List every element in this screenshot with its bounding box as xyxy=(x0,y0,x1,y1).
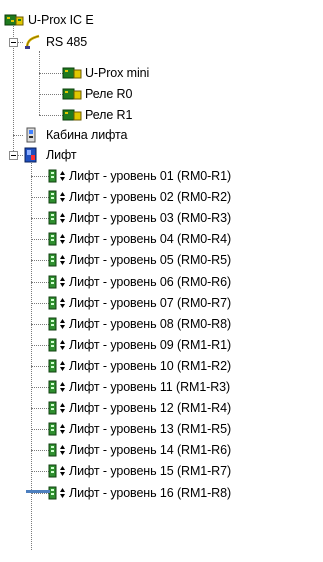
tree-node-label: Лифт - уровень 03 (RM0-R3) xyxy=(69,211,232,226)
tree-node-label: Лифт - уровень 06 (RM0-R6) xyxy=(69,274,232,289)
tree-node-label: RS 485 xyxy=(46,35,88,49)
tree-node-label: Лифт - уровень 07 (RM0-R7) xyxy=(69,295,232,310)
tree-node-label: U-Prox IC E xyxy=(28,13,94,27)
tree-node-lift-level[interactable]: Лифт - уровень 03 (RM0-R3) xyxy=(0,208,323,228)
tree-node-rs485[interactable]: RS 485 xyxy=(0,32,160,52)
lift-level-icon xyxy=(48,486,65,499)
tree-node-label: Лифт - уровень 14 (RM1-R6) xyxy=(69,443,232,458)
tree-node-lift-level[interactable]: Лифт - уровень 06 (RM0-R6) xyxy=(0,272,323,292)
cabin-icon xyxy=(26,127,36,143)
tree-node-lift-level[interactable]: Лифт - уровень 15 (RM1-R7) xyxy=(0,461,323,481)
lift-level-icon xyxy=(48,232,65,246)
tree-node-lift-level[interactable]: Лифт - уровень 10 (RM1-R2) xyxy=(0,356,323,376)
tree-node-label: Лифт - уровень 01 (RM0-R1) xyxy=(69,169,232,183)
tree-node-lift-level[interactable]: Лифт - уровень 09 (RM1-R1) xyxy=(0,335,323,355)
lift-level-icon xyxy=(48,422,65,436)
tree-node-relay-r1[interactable]: Реле R1 xyxy=(0,105,200,125)
lift-level-icon xyxy=(48,401,65,415)
tree-node-root[interactable]: U-Prox IC E xyxy=(0,10,160,30)
tree-node-label: Лифт - уровень 05 (RM0-R5) xyxy=(69,253,232,268)
lift-level-icon xyxy=(48,190,65,204)
lift-level-icon xyxy=(48,443,65,457)
tree-node-cabin[interactable]: Кабина лифта xyxy=(0,125,200,145)
tree-node-label: Лифт - уровень 08 (RM0-R8) xyxy=(69,316,232,331)
tree-node-lift-level[interactable]: Лифт - уровень 08 (RM0-R8) xyxy=(0,314,323,334)
lift-level-icon xyxy=(48,359,65,373)
tree-node-label: Реле R1 xyxy=(85,108,133,122)
cable-icon xyxy=(25,34,40,49)
tree-node-label: Лифт - уровень 09 (RM1-R1) xyxy=(69,337,232,352)
tree-node-label: Реле R0 xyxy=(85,87,133,101)
module-board-icon xyxy=(62,67,82,79)
tree-node-label: U-Prox mini xyxy=(85,66,150,80)
tree-node-label: Лифт - уровень 12 (RM1-R4) xyxy=(69,401,232,416)
selection-accent-bar xyxy=(26,490,50,493)
tree-node-lift-level[interactable]: Лифт - уровень 02 (RM0-R2) xyxy=(0,187,323,207)
tree-node-u-prox-mini[interactable]: U-Prox mini xyxy=(0,63,200,83)
tree-node-lift-level[interactable]: Лифт - уровень 13 (RM1-R5) xyxy=(0,419,323,439)
lift-level-icon xyxy=(48,211,65,225)
lift-level-icon xyxy=(48,380,65,394)
tree-node-lift-level[interactable]: Лифт - уровень 14 (RM1-R6) xyxy=(0,440,323,460)
module-board-icon xyxy=(62,88,82,100)
tree-node-label: Лифт - уровень 16 (RM1-R8) xyxy=(69,485,232,500)
lift-icon xyxy=(24,147,37,163)
tree-node-label: Лифт - уровень 11 (RM1-R3) xyxy=(69,380,231,394)
lift-level-icon xyxy=(48,253,65,267)
tree-node-lift-level[interactable]: Лифт - уровень 05 (RM0-R5) xyxy=(0,250,323,270)
tree-node-label: Лифт - уровень 13 (RM1-R5) xyxy=(69,422,232,437)
tree-node-lift-level[interactable]: Лифт - уровень 01 (RM0-R1) xyxy=(0,166,323,186)
tree-node-label: Лифт xyxy=(46,148,77,162)
tree-node-relay-r0[interactable]: Реле R0 xyxy=(0,84,200,104)
device-tree: U-Prox IC E RS 485 U-Prox mini Реле R0 Р… xyxy=(0,0,323,562)
tree-node-label: Лифт - уровень 04 (RM0-R4) xyxy=(69,232,232,247)
tree-node-lift-level[interactable]: Лифт - уровень 04 (RM0-R4) xyxy=(0,229,323,249)
controller-board-icon xyxy=(4,14,24,26)
tree-node-label: Лифт - уровень 15 (RM1-R7) xyxy=(69,464,232,479)
lift-level-icon xyxy=(48,169,65,183)
lift-level-icon xyxy=(48,338,65,352)
tree-node-lift-level[interactable]: Лифт - уровень 07 (RM0-R7) xyxy=(0,293,323,313)
tree-node-lift-level[interactable]: Лифт - уровень 12 (RM1-R4) xyxy=(0,398,323,418)
lift-level-icon xyxy=(48,296,65,310)
lift-level-icon xyxy=(48,464,65,478)
lift-level-icon xyxy=(48,275,65,288)
tree-node-label: Кабина лифта xyxy=(46,128,128,142)
tree-node-label: Лифт - уровень 02 (RM0-R2) xyxy=(69,190,232,205)
tree-node-label: Лифт - уровень 10 (RM1-R2) xyxy=(69,358,232,373)
tree-node-lift-level[interactable]: Лифт - уровень 11 (RM1-R3) xyxy=(0,377,323,397)
module-board-icon xyxy=(62,109,82,121)
tree-node-lift[interactable]: Лифт xyxy=(0,145,200,165)
lift-level-icon xyxy=(48,317,65,331)
